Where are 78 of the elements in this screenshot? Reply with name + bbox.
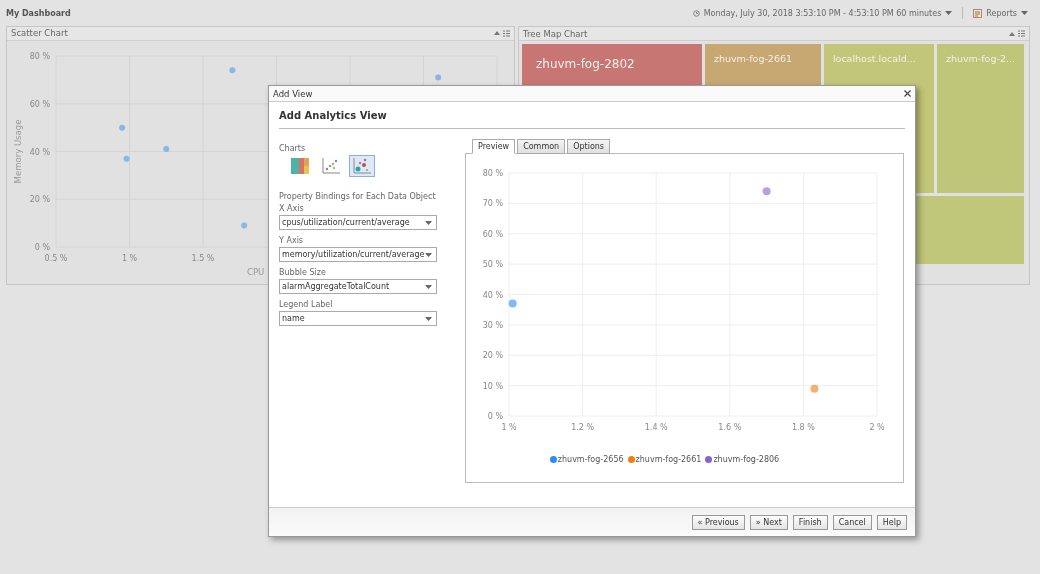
tick-label: 1.5 % (191, 253, 215, 263)
caret-icon (425, 252, 432, 257)
tab[interactable]: Preview (472, 139, 516, 154)
field-label: X Axis (279, 204, 305, 213)
caret-icon (425, 220, 432, 225)
dropdown-field[interactable]: name (279, 311, 437, 326)
data-point (163, 146, 170, 153)
footer-button[interactable]: » Next (749, 514, 788, 530)
tick-label: 50 % (482, 260, 503, 270)
tick-label: 1 % (501, 423, 517, 432)
clock-icon (692, 9, 700, 17)
caret-icon (945, 11, 953, 15)
data-point (241, 222, 248, 229)
tick-label: 20 % (482, 351, 503, 361)
collapse-icon[interactable] (1009, 31, 1015, 36)
tick-label: 0.5 % (44, 253, 68, 263)
data-point (508, 299, 517, 308)
chart-type-button[interactable] (349, 155, 375, 177)
tick-label: 0 % (34, 242, 50, 252)
tick-label: 30 % (482, 320, 503, 330)
dropdown-field[interactable]: cpus/utilization/current/average (279, 215, 437, 230)
tab[interactable]: Common (517, 139, 566, 154)
data-point (119, 124, 126, 131)
tab[interactable]: Options (567, 139, 611, 154)
tick-label: 80 % (29, 51, 50, 61)
tick-label: 60 % (482, 229, 503, 239)
footer-button[interactable]: « Previous (691, 514, 745, 530)
data-point (123, 155, 130, 162)
panel-title: Tree Map Chart (523, 28, 588, 39)
close-icon[interactable] (904, 90, 911, 97)
tick-label: 80 % (482, 169, 503, 178)
dropdown-field[interactable]: memory/utilization/current/average (279, 247, 437, 262)
tick-label: 1.8 % (791, 423, 815, 432)
footer-button[interactable]: Finish (792, 514, 828, 530)
treemap-icon (291, 158, 309, 174)
tick-label: 1.6 % (718, 423, 742, 432)
tick-label: 10 % (482, 381, 503, 391)
field-label: Legend Label (279, 300, 334, 309)
time-range-selector[interactable]: Monday, July 30, 2018 3:53:10 PM - 4:53:10 PM 60 minutes (703, 8, 942, 18)
tick-label: 20 % (29, 195, 50, 205)
scatter-plot-icon (322, 158, 340, 174)
dialog-heading: Add Analytics View (279, 107, 905, 129)
footer-button[interactable]: Help (876, 514, 907, 530)
tick-label: 2 % (869, 423, 885, 432)
field-label: Y Axis (279, 236, 305, 245)
caret-icon (425, 316, 432, 321)
tick-label: 0 % (487, 412, 503, 421)
tick-label: 60 % (29, 99, 50, 109)
axis-title: CPU (247, 266, 265, 277)
legend-item[interactable]: zhuvm-fog-2661 (627, 455, 702, 464)
footer-button[interactable]: Cancel (832, 514, 872, 530)
data-point (229, 67, 236, 74)
data-point (435, 74, 442, 81)
collapse-icon[interactable] (494, 31, 500, 36)
tick-label: 40 % (29, 147, 50, 157)
bubble-chart-icon (353, 158, 371, 174)
caret-icon (1021, 11, 1028, 15)
report-icon (973, 8, 983, 18)
tick-label: 70 % (482, 199, 503, 209)
dashboard-title: My Dashboard (6, 8, 71, 18)
field-label: Bubble Size (279, 268, 327, 277)
dialog-title: Add View (273, 88, 313, 99)
reports-menu[interactable]: Reports (986, 8, 1017, 18)
tick-label: 1.4 % (644, 423, 668, 432)
charts-label: Charts (279, 144, 307, 153)
dropdown-field[interactable]: alarmAggregateTotalCount (279, 279, 437, 294)
data-point (762, 187, 771, 196)
menu-icon[interactable] (503, 29, 510, 37)
data-point (810, 384, 819, 393)
axis-title: Memory Usage (13, 119, 23, 184)
tick-label: 1.2 % (571, 423, 595, 432)
tick-label: 1 % (121, 253, 138, 263)
bindings-label: Property Bindings for Each Data Object (279, 192, 437, 201)
panel-title: Scatter Chart (11, 28, 68, 39)
tick-label: 40 % (482, 290, 503, 300)
legend-item[interactable]: zhuvm-fog-2806 (705, 455, 780, 464)
legend-item[interactable]: zhuvm-fog-2656 (549, 455, 624, 464)
menu-icon[interactable] (1018, 30, 1025, 37)
